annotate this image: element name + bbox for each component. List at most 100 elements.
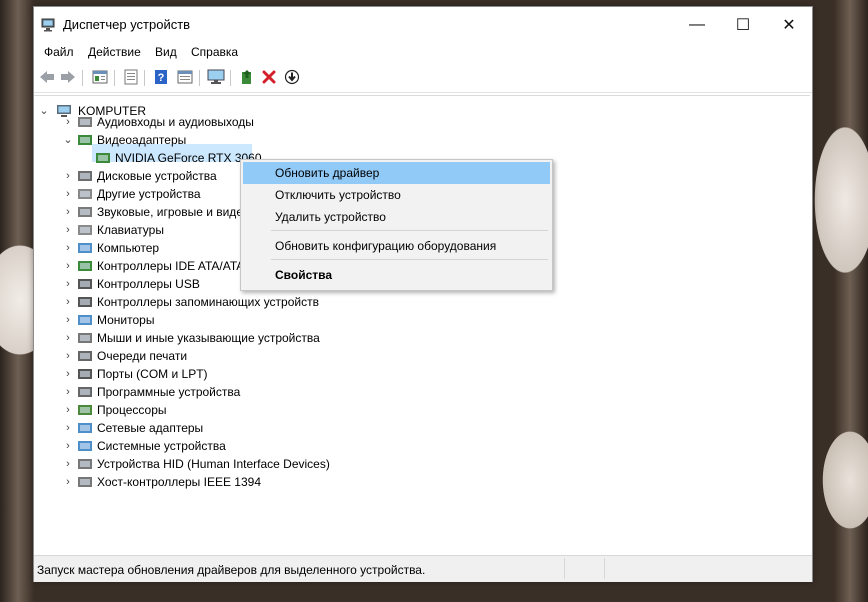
uninstall-device-menu-item[interactable]: Удалить устройство	[243, 206, 550, 228]
scan-hardware-label: Обновить конфигурацию оборудования	[275, 239, 497, 253]
chevron-right-icon[interactable]: ›	[63, 221, 73, 239]
tree-category-item[interactable]: › Очереди печати	[0, 347, 600, 365]
back-arrow-icon[interactable]	[38, 68, 56, 86]
update-driver-menu-item[interactable]: Обновить драйвер	[243, 162, 550, 184]
chevron-right-icon[interactable]: ›	[63, 365, 73, 383]
context-menu: Обновить драйвер Отключить устройство Уд…	[240, 159, 553, 291]
update-driver-icon[interactable]	[283, 68, 301, 86]
tree-category-item[interactable]: › Системные устройства	[0, 437, 600, 455]
disable-device-label: Отключить устройство	[275, 188, 401, 202]
scan-hardware-menu-item[interactable]: Обновить конфигурацию оборудования	[243, 235, 550, 257]
chevron-right-icon[interactable]: ›	[63, 203, 73, 221]
device-manager-icon	[41, 18, 55, 32]
title-bar[interactable]: Диспетчер устройств — ☐ ✕	[34, 7, 812, 43]
menu-separator	[271, 259, 548, 260]
properties-label: Свойства	[275, 268, 333, 282]
chevron-right-icon[interactable]: ›	[63, 185, 73, 203]
tree-category-item[interactable]: › Порты (COM и LPT)	[0, 365, 600, 383]
monitor-scan-icon[interactable]	[207, 68, 225, 86]
tree-category-item[interactable]: › Хост-контроллеры IEEE 1394	[0, 473, 600, 491]
tree-item-label: Хост-контроллеры IEEE 1394	[97, 475, 261, 489]
tree-item-label: Контроллеры USB	[97, 277, 200, 291]
chevron-right-icon[interactable]: ›	[63, 437, 73, 455]
tree-category-item[interactable]: › Аудиовходы и аудиовыходы	[0, 113, 600, 131]
chevron-right-icon[interactable]: ›	[63, 257, 73, 275]
chevron-right-icon[interactable]: ›	[63, 293, 73, 311]
chevron-right-icon[interactable]: ›	[63, 239, 73, 257]
tree-item-label: Программные устройства	[97, 385, 241, 399]
toolbar-separator	[114, 70, 115, 86]
add-driver-icon[interactable]	[238, 68, 256, 86]
chevron-right-icon[interactable]: ›	[63, 473, 73, 491]
menu-help[interactable]: Справка	[191, 45, 238, 59]
chevron-right-icon[interactable]: ›	[63, 401, 73, 419]
chevron-down-icon[interactable]: ⌄	[63, 131, 73, 149]
menu-action[interactable]: Действие	[88, 45, 141, 59]
usb-icon	[78, 279, 92, 289]
computer-icon	[78, 243, 92, 253]
chevron-right-icon[interactable]: ›	[63, 275, 73, 293]
software-device-icon	[78, 387, 92, 397]
monitor-icon	[78, 315, 92, 325]
tree-category-item[interactable]: › Процессоры	[0, 401, 600, 419]
chevron-right-icon[interactable]: ›	[63, 347, 73, 365]
printer-icon	[78, 351, 92, 361]
tree-category-item[interactable]: › Устройства HID (Human Interface Devices…	[0, 455, 600, 473]
status-bar: Запуск мастера обновления драйверов для …	[34, 555, 812, 582]
tree-item-label: Компьютер	[97, 241, 160, 255]
properties-menu-item[interactable]: Свойства	[243, 264, 550, 286]
tree-category-item[interactable]: ⌄ Видеоадаптеры	[0, 131, 600, 149]
status-text: Запуск мастера обновления драйверов для …	[37, 563, 426, 577]
display-adapter-icon	[78, 135, 92, 145]
menu-file[interactable]: Файл	[44, 45, 74, 59]
status-cell	[564, 558, 605, 579]
tree-item-label: Дисковые устройства	[97, 169, 217, 183]
tree-category-item[interactable]: › Программные устройства	[0, 383, 600, 401]
tree-item-label: Сетевые адаптеры	[97, 421, 204, 435]
tree-item-label: Другие устройства	[97, 187, 201, 201]
forward-arrow-icon[interactable]	[59, 68, 77, 86]
chevron-right-icon[interactable]: ›	[63, 455, 73, 473]
details-icon[interactable]	[176, 68, 194, 86]
display-adapter-icon	[96, 153, 110, 163]
chevron-right-icon[interactable]: ›	[63, 383, 73, 401]
close-button[interactable]: ✕	[766, 7, 812, 43]
hid-icon	[78, 459, 92, 469]
mouse-icon	[78, 333, 92, 343]
maximize-button[interactable]: ☐	[720, 7, 766, 43]
toolbar-separator	[230, 70, 231, 86]
speaker-icon	[78, 117, 92, 127]
help-icon[interactable]: ?	[152, 68, 170, 86]
chevron-right-icon[interactable]: ›	[63, 113, 73, 131]
tree-item-label: Видеоадаптеры	[97, 133, 187, 147]
toolbar-separator	[199, 70, 200, 86]
tree-category-item[interactable]: › Мониторы	[0, 311, 600, 329]
update-driver-label: Обновить драйвер	[275, 166, 380, 180]
network-adapter-icon	[78, 423, 92, 433]
properties-icon[interactable]	[91, 68, 109, 86]
tree-item-label: Клавиатуры	[97, 223, 164, 237]
tree-item-label: Очереди печати	[97, 349, 188, 363]
menu-view[interactable]: Вид	[155, 45, 177, 59]
minimize-button[interactable]: —	[674, 7, 720, 43]
window-title: Диспетчер устройств	[63, 17, 191, 32]
chevron-right-icon[interactable]: ›	[63, 167, 73, 185]
ieee1394-icon	[78, 477, 92, 487]
chevron-right-icon[interactable]: ›	[63, 329, 73, 347]
tree-item-label: Процессоры	[97, 403, 167, 417]
tree-item-label: Системные устройства	[97, 439, 226, 453]
uninstall-icon[interactable]	[260, 68, 278, 86]
keyboard-icon	[78, 225, 92, 235]
chevron-right-icon[interactable]: ›	[63, 419, 73, 437]
disable-device-menu-item[interactable]: Отключить устройство	[243, 184, 550, 206]
tree-category-item[interactable]: › Мыши и иные указывающие устройства	[0, 329, 600, 347]
tree-item-label: Аудиовходы и аудиовыходы	[97, 115, 254, 129]
tree-category-item[interactable]: › Сетевые адаптеры	[0, 419, 600, 437]
port-icon	[78, 369, 92, 379]
chevron-right-icon[interactable]: ›	[63, 311, 73, 329]
tree-item-label: Мониторы	[97, 313, 155, 327]
menu-bar: Файл Действие Вид Справка	[34, 43, 812, 63]
tree-item-label: Контроллеры запоминающих устройств	[97, 295, 319, 309]
list-view-icon[interactable]	[122, 68, 140, 86]
tree-category-item[interactable]: › Контроллеры запоминающих устройств	[0, 293, 600, 311]
